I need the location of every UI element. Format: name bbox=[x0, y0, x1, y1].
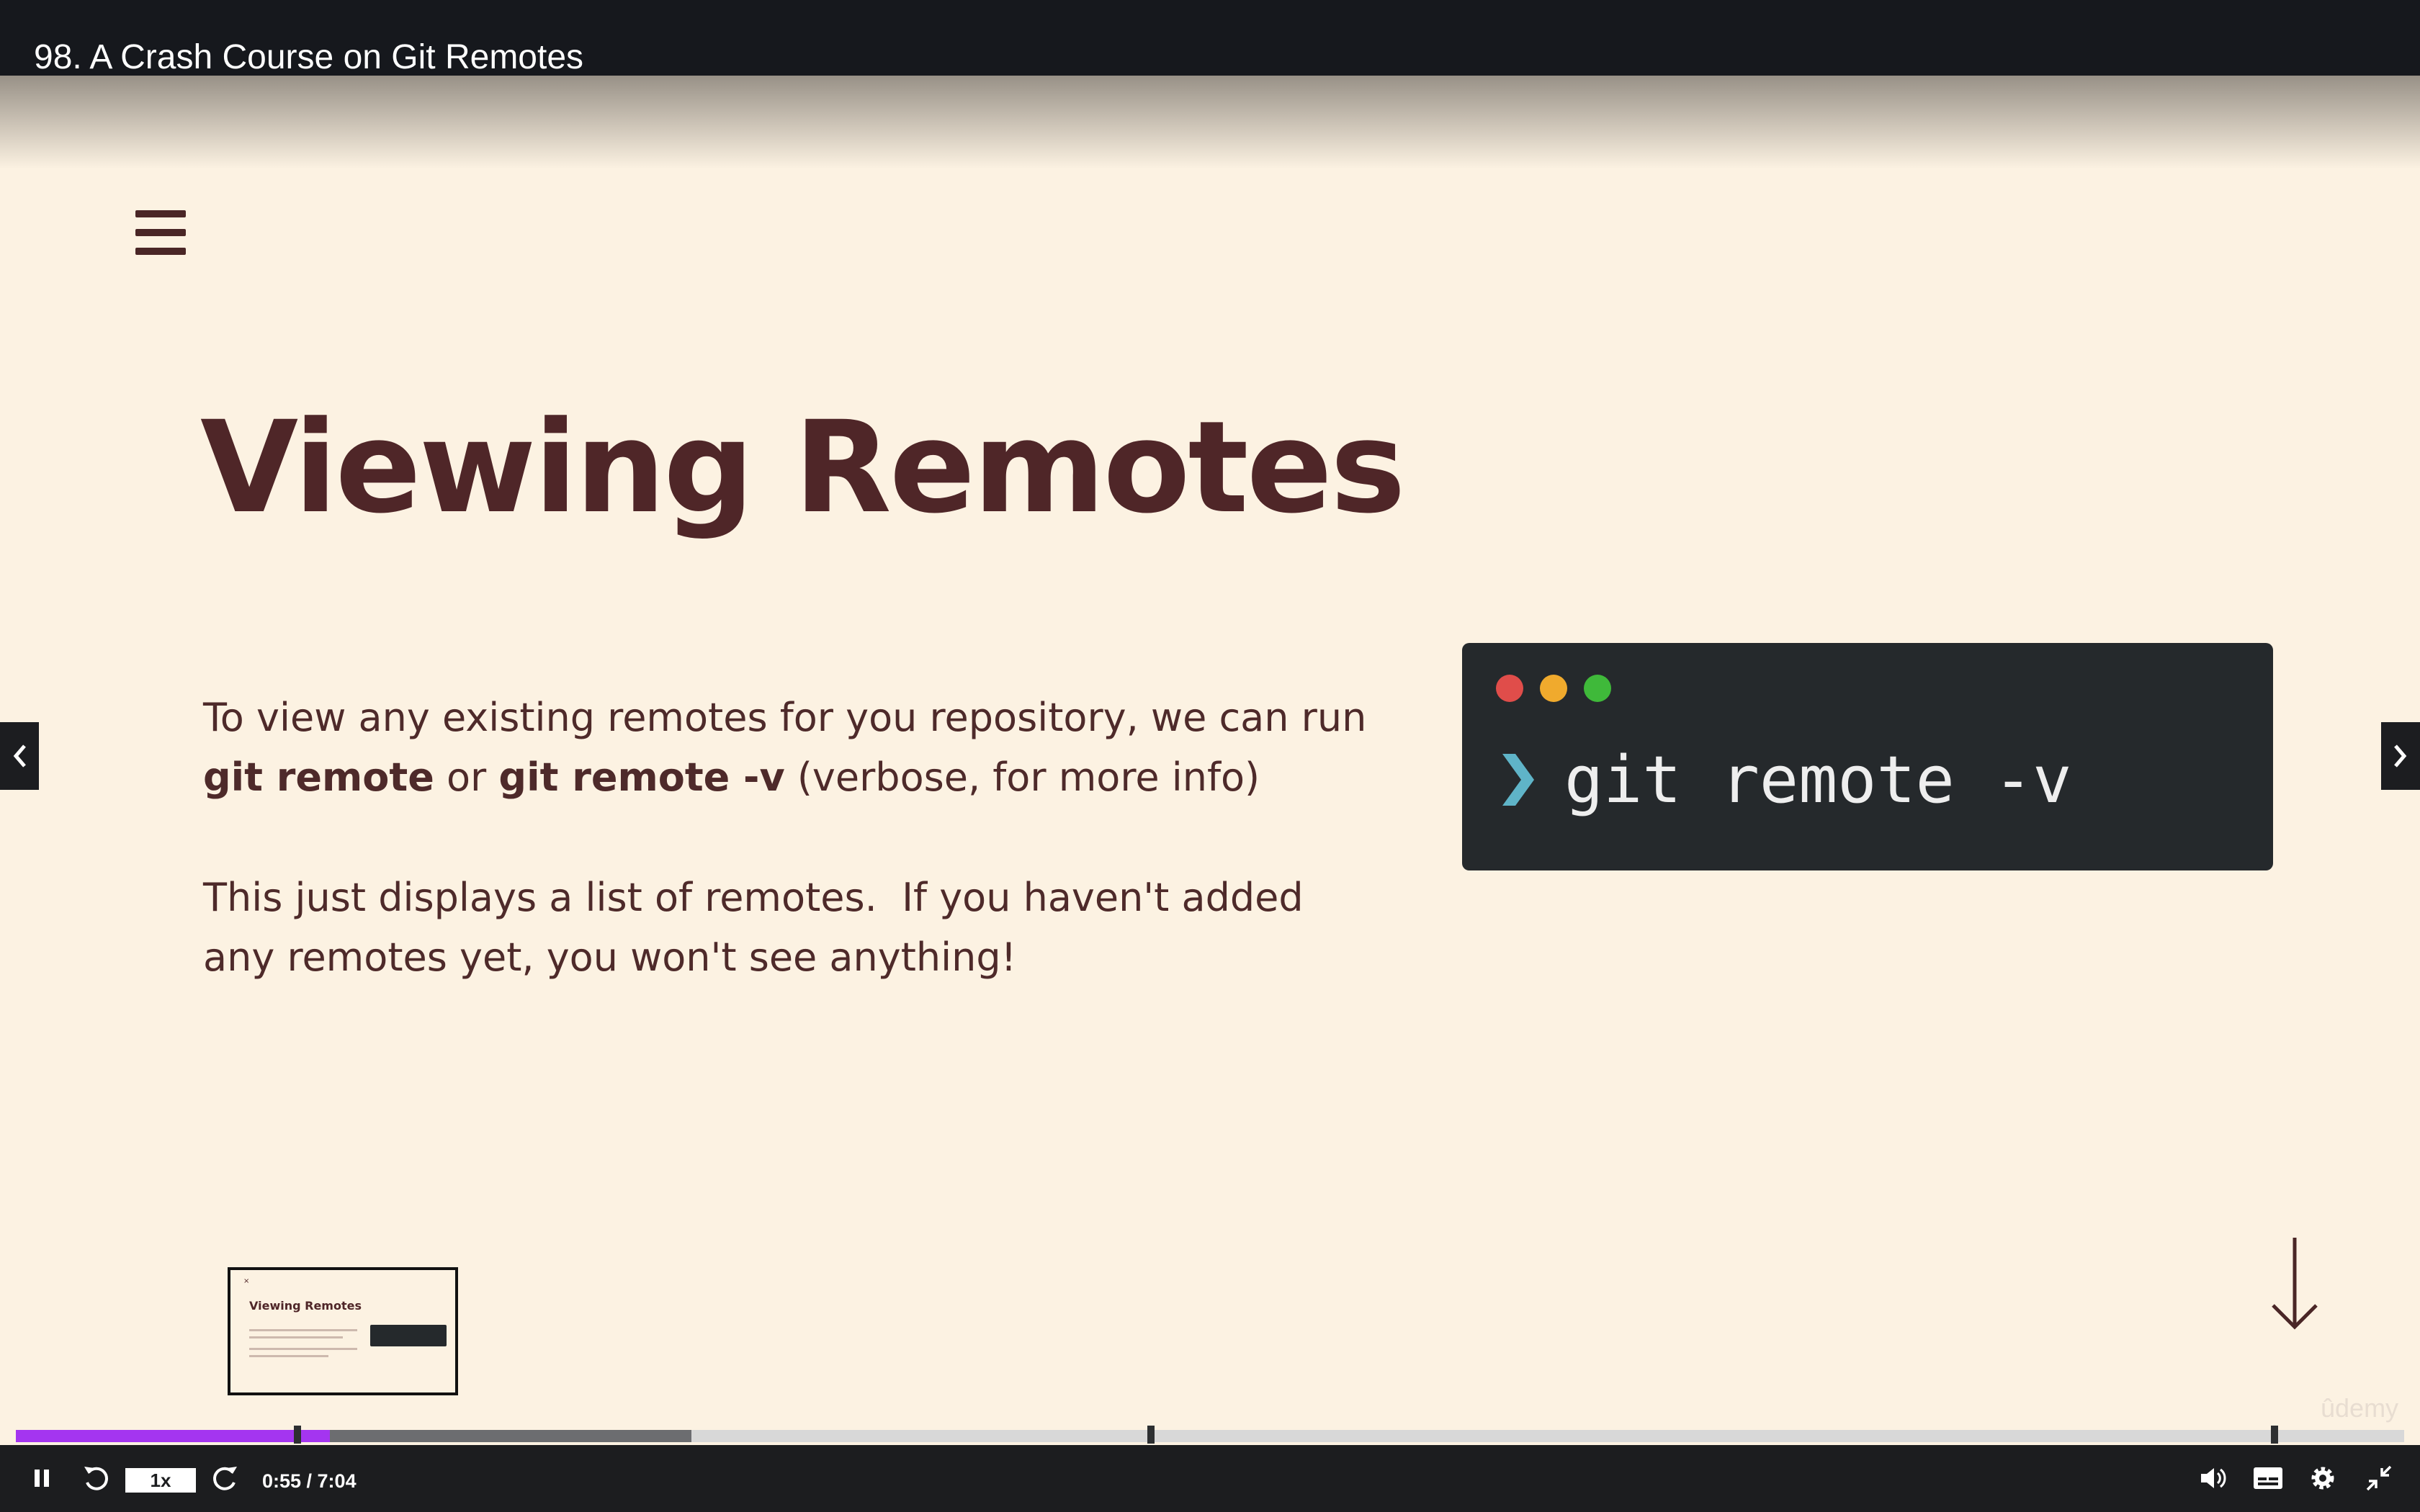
gear-icon bbox=[2311, 1467, 2334, 1490]
previous-lecture-button[interactable] bbox=[0, 722, 39, 790]
chevron-left-icon bbox=[13, 744, 26, 768]
chapter-marker[interactable] bbox=[2271, 1426, 2278, 1444]
para2-line2: any remotes yet, you won't see anything! bbox=[203, 935, 1017, 980]
hamburger-menu-icon bbox=[135, 207, 187, 259]
slide-title: Viewing Remotes bbox=[200, 394, 1406, 541]
lecture-title: 98. A Crash Course on Git Remotes bbox=[34, 38, 584, 76]
preview-thumbnail: × Viewing Remotes bbox=[228, 1267, 458, 1395]
thumbnail-text-line bbox=[249, 1348, 357, 1350]
exit-fullscreen-button[interactable] bbox=[2361, 1462, 2397, 1494]
para1-line1: To view any existing remotes for you rep… bbox=[203, 695, 1367, 740]
thumbnail-title: Viewing Remotes bbox=[249, 1299, 362, 1313]
volume-button[interactable] bbox=[2195, 1462, 2230, 1494]
thumbnail-text-line bbox=[249, 1329, 357, 1331]
para1-line2: git remote or git remote -v (verbose, fo… bbox=[203, 747, 1370, 807]
volume-icon bbox=[2201, 1468, 2226, 1488]
terminal-command: git remote -v bbox=[1564, 742, 2072, 818]
exit-fullscreen-icon bbox=[2366, 1465, 2392, 1491]
playback-rate-button[interactable]: 1x bbox=[125, 1468, 196, 1493]
progress-played bbox=[16, 1430, 326, 1442]
time-display: 0:55 / 7:04 bbox=[262, 1470, 357, 1492]
control-bar: 1x 0:55 / 7:04 bbox=[0, 1445, 2420, 1512]
close-dot bbox=[1496, 675, 1523, 702]
terminal-window: git remote -v bbox=[1462, 643, 2273, 870]
udemy-watermark: ûdemy bbox=[2321, 1393, 2399, 1423]
progress-marker[interactable] bbox=[294, 1426, 301, 1444]
chevron-right-icon bbox=[2394, 744, 2407, 768]
rewind-5-icon bbox=[84, 1467, 108, 1490]
settings-button[interactable] bbox=[2305, 1462, 2341, 1494]
top-shadow bbox=[0, 76, 2420, 169]
or-text: or bbox=[434, 755, 499, 800]
pause-icon bbox=[35, 1470, 49, 1487]
thumbnail-terminal bbox=[370, 1325, 447, 1346]
arrow-down-icon bbox=[2269, 1235, 2321, 1332]
pause-button[interactable] bbox=[26, 1462, 58, 1494]
thumbnail-text-line bbox=[249, 1355, 328, 1357]
thumbnail-menu-mark: × bbox=[243, 1277, 250, 1285]
forward-5-icon bbox=[213, 1467, 237, 1490]
chevron-right-icon bbox=[1498, 751, 1538, 809]
command-git-remote: git remote bbox=[203, 755, 434, 800]
verbose-note: (verbose, for more info) bbox=[784, 755, 1260, 800]
maximize-dot bbox=[1584, 675, 1611, 702]
minimize-dot bbox=[1540, 675, 1567, 702]
captions-icon bbox=[2254, 1467, 2282, 1489]
thumbnail-text-line bbox=[249, 1336, 343, 1338]
next-lecture-button[interactable] bbox=[2381, 722, 2420, 790]
progress-hover-segment bbox=[302, 1430, 330, 1442]
chapter-marker[interactable] bbox=[1147, 1426, 1155, 1444]
slide-paragraph-2: This just displays a list of remotes. If… bbox=[203, 868, 1370, 987]
captions-button[interactable] bbox=[2250, 1462, 2286, 1494]
para2-line1: This just displays a list of remotes. If… bbox=[203, 875, 1304, 920]
forward-button[interactable] bbox=[207, 1462, 243, 1494]
command-git-remote-v: git remote -v bbox=[498, 755, 785, 800]
slide-paragraph-1: To view any existing remotes for you rep… bbox=[203, 688, 1370, 807]
rewind-button[interactable] bbox=[78, 1462, 114, 1494]
title-bar: 98. A Crash Course on Git Remotes bbox=[0, 0, 2420, 76]
